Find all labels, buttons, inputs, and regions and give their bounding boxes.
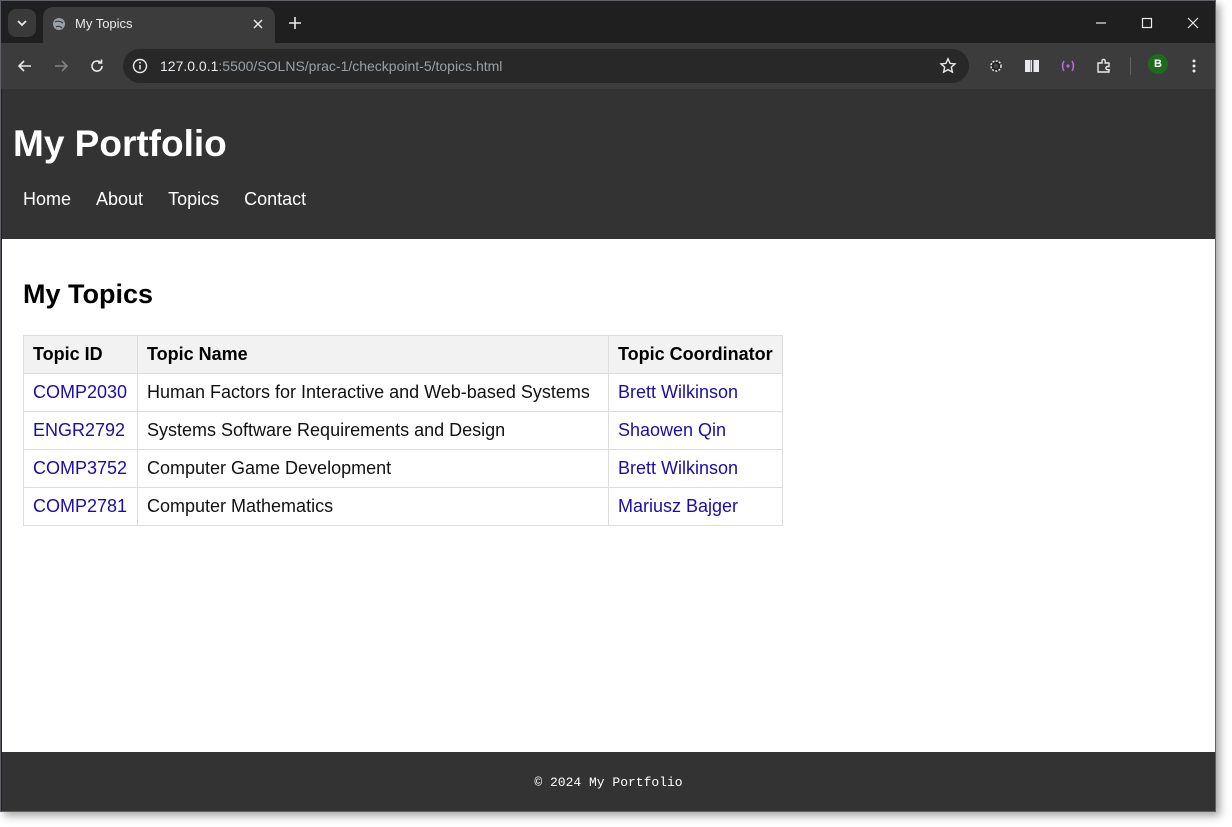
site-info-button[interactable]	[131, 57, 149, 75]
back-button[interactable]	[12, 53, 38, 79]
table-row: ENGR2792 Systems Software Requirements a…	[23, 411, 783, 450]
site-title: My Portfolio	[13, 123, 227, 164]
coordinator-cell: Shaowen Qin	[608, 411, 783, 450]
new-tab-button[interactable]	[284, 12, 306, 34]
sun-extension-icon	[990, 60, 1002, 72]
topic-id-link[interactable]: ENGR2792	[33, 420, 125, 440]
coordinator-cell: Mariusz Bajger	[608, 487, 783, 526]
footer-text: © 2024 My Portfolio	[534, 774, 683, 790]
maximize-button[interactable]	[1132, 9, 1162, 37]
reading-list-button[interactable]	[1019, 53, 1045, 79]
topic-id-cell: COMP2030	[23, 373, 138, 412]
plus-icon	[289, 17, 301, 29]
close-icon	[1187, 17, 1199, 29]
profile-avatar[interactable]: B	[1148, 54, 1168, 74]
topic-id-cell: COMP2781	[23, 487, 138, 526]
book-icon	[1025, 60, 1039, 72]
url-path: :5500/SOLNS/prac-1/checkpoint-5/topics.h…	[218, 58, 503, 74]
close-window-button[interactable]	[1178, 9, 1208, 37]
globe-icon	[53, 18, 65, 30]
topic-id-cell: COMP3752	[23, 449, 138, 488]
tab-strip: My Topics	[1, 1, 1215, 43]
tab-title: My Topics	[75, 16, 133, 31]
topics-table: Topic ID Topic Name Topic Coordinator CO…	[23, 335, 783, 526]
tab-search-button[interactable]	[8, 9, 36, 37]
nav-contact[interactable]: Contact	[244, 189, 306, 210]
url-host: 127.0.0.1	[160, 58, 219, 74]
extension-button-2[interactable]	[1055, 53, 1081, 79]
coordinator-cell: Brett Wilkinson	[608, 449, 783, 488]
topic-id-link[interactable]: COMP2781	[33, 496, 127, 516]
coordinator-link[interactable]: Mariusz Bajger	[618, 496, 738, 516]
site-footer: © 2024 My Portfolio	[2, 752, 1215, 811]
nav-topics[interactable]: Topics	[168, 189, 219, 210]
browser-window: My Topics 127.0.0.1:5500/SOLNS/prac-1/ch…	[0, 0, 1216, 812]
table-row: COMP3752 Computer Game Development Brett…	[23, 449, 783, 488]
menu-button[interactable]	[1181, 53, 1207, 79]
coordinator-link[interactable]: Brett Wilkinson	[618, 458, 738, 478]
extension-button-1[interactable]	[983, 53, 1009, 79]
extensions-button[interactable]	[1091, 53, 1117, 79]
info-icon	[132, 58, 148, 74]
column-header-topic-id: Topic ID	[23, 335, 138, 374]
site-nav: Home About Topics Contact	[23, 189, 331, 210]
forward-button[interactable]	[48, 53, 74, 79]
coordinator-link[interactable]: Shaowen Qin	[618, 420, 726, 440]
close-icon	[253, 19, 263, 29]
arrow-left-icon	[17, 60, 31, 72]
minimize-icon	[1096, 22, 1106, 24]
topic-id-cell: ENGR2792	[23, 411, 138, 450]
page-viewport: My Portfolio Home About Topics Contact M…	[2, 89, 1215, 811]
coordinator-cell: Brett Wilkinson	[608, 373, 783, 412]
topic-name-cell: Systems Software Requirements and Design	[137, 411, 609, 450]
chevron-down-icon	[17, 20, 27, 27]
arrow-right-icon	[55, 60, 69, 72]
column-header-topic-name: Topic Name	[137, 335, 609, 374]
column-header-topic-coordinator: Topic Coordinator	[608, 335, 783, 374]
topic-id-link[interactable]: COMP3752	[33, 458, 127, 478]
tab-close-button[interactable]	[249, 15, 267, 33]
browser-toolbar: 127.0.0.1:5500/SOLNS/prac-1/checkpoint-5…	[1, 43, 1215, 89]
broadcast-icon	[1061, 60, 1075, 72]
coordinator-link[interactable]: Brett Wilkinson	[618, 382, 738, 402]
topic-name-cell: Human Factors for Interactive and Web-ba…	[137, 373, 609, 412]
puzzle-icon	[1097, 58, 1110, 73]
more-vert-icon	[1192, 59, 1196, 73]
star-icon	[939, 57, 957, 74]
address-bar[interactable]: 127.0.0.1:5500/SOLNS/prac-1/checkpoint-5…	[123, 49, 969, 83]
table-row: COMP2030 Human Factors for Interactive a…	[23, 373, 783, 412]
reload-icon	[91, 59, 103, 72]
page-title: My Topics	[23, 279, 154, 309]
toolbar-separator	[1130, 57, 1131, 75]
table-row: COMP2781 Computer Mathematics Mariusz Ba…	[23, 487, 783, 526]
nav-about[interactable]: About	[96, 189, 143, 210]
site-header: My Portfolio Home About Topics Contact	[2, 89, 1215, 239]
topic-id-link[interactable]: COMP2030	[33, 382, 127, 402]
url-text[interactable]: 127.0.0.1:5500/SOLNS/prac-1/checkpoint-5…	[160, 58, 502, 74]
active-tab[interactable]: My Topics	[43, 7, 275, 43]
nav-home[interactable]: Home	[23, 189, 71, 210]
minimize-button[interactable]	[1086, 9, 1116, 37]
reload-button[interactable]	[84, 53, 110, 79]
bookmark-button[interactable]	[939, 57, 957, 75]
topic-name-cell: Computer Game Development	[137, 449, 609, 488]
maximize-icon	[1141, 17, 1153, 29]
table-header-row: Topic ID Topic Name Topic Coordinator	[23, 335, 783, 374]
topic-name-cell: Computer Mathematics	[137, 487, 609, 526]
